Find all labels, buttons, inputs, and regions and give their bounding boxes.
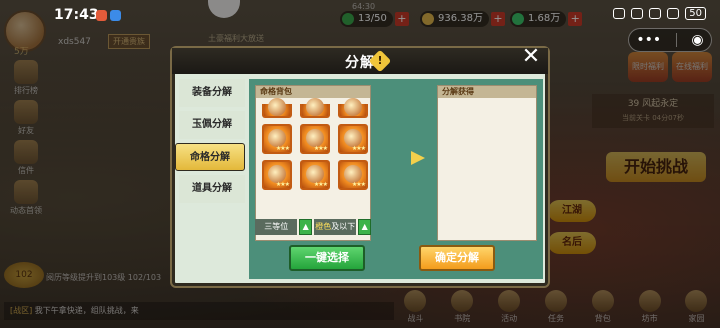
dialog-title: 分解 [345,55,375,71]
mini-program-capsule: ••• ◉ [628,28,712,52]
clock: 17:43 [54,7,99,23]
fate-item-icon [268,98,286,116]
fate-bag-panel: 命格背包 ★★★ ★★★ ★★★ ★★★ ★★★ ★★★ [255,85,371,241]
decompose-dialog: 分解 ! ✕ 装备分解 玉佩分解 命格分解 道具分解 命格背包 ★★★ ★★★ ★★… [172,45,548,286]
filter-row: 三等位 ▲ 橙色及以下 ▲ [255,219,371,235]
fate-item-slot[interactable]: ★★★ [338,124,368,154]
alarm-icon [631,8,644,19]
fate-item-slot[interactable] [262,98,292,118]
result-panel: 分解获得 [437,85,537,241]
app-notification-icon-2 [110,10,121,21]
eye-icon [613,8,626,19]
level-filter-up-arrow[interactable]: ▲ [358,219,371,235]
star-rating-icon: ★★★ [351,181,366,188]
help-icon[interactable]: ! [368,49,392,73]
fate-item-icon [344,98,362,116]
tab-fate[interactable]: 命格分解 [175,143,245,171]
decompose-content: 命格背包 ★★★ ★★★ ★★★ ★★★ ★★★ ★★★ 三等位 ▲ 橙色及以下 ▲ 分解… [249,79,543,279]
auto-select-button[interactable]: 一键选择 [289,245,365,271]
wifi-icon [649,8,662,19]
result-header: 分解获得 [438,86,536,98]
quality-filter-up-arrow[interactable]: ▲ [299,219,312,235]
star-rating-icon: ★★★ [313,145,328,152]
tab-items[interactable]: 道具分解 [179,175,245,203]
bag-header: 命格背包 [256,86,370,98]
dialog-title-bar: 分解 ! ✕ [172,45,548,74]
fate-item-slot[interactable]: ★★★ [338,160,368,190]
confirm-decompose-button[interactable]: 确定分解 [419,245,495,271]
star-rating-icon: ★★★ [313,181,328,188]
star-rating-icon: ★★★ [351,145,366,152]
star-rating-icon: ★★★ [275,181,290,188]
signal-icon [667,8,680,19]
fate-item-slot[interactable]: ★★★ [262,124,292,154]
close-program-icon[interactable]: ◉ [691,32,703,48]
arrow-right-icon [411,151,425,165]
more-icon[interactable]: ••• [636,32,661,48]
star-rating-icon: ★★★ [275,145,290,152]
fate-item-slot[interactable] [300,98,330,118]
battery-indicator: 50 [685,7,706,20]
close-button[interactable]: ✕ [518,45,544,69]
level-filter: 橙色及以下 [314,219,357,235]
fate-item-slot[interactable]: ★★★ [300,124,330,154]
fate-item-slot[interactable] [338,98,368,118]
decompose-tabs: 装备分解 玉佩分解 命格分解 道具分解 [175,79,245,207]
fate-item-icon [306,98,324,116]
tab-equipment[interactable]: 装备分解 [179,79,245,107]
app-notification-icon [96,10,107,21]
tab-jade-pendant[interactable]: 玉佩分解 [179,111,245,139]
status-bar: 17:43 50 [0,0,720,30]
fate-item-slot[interactable]: ★★★ [262,160,292,190]
bag-grid: ★★★ ★★★ ★★★ ★★★ ★★★ ★★★ [262,98,368,190]
quality-filter: 三等位 [255,219,298,235]
fate-item-slot[interactable]: ★★★ [300,160,330,190]
